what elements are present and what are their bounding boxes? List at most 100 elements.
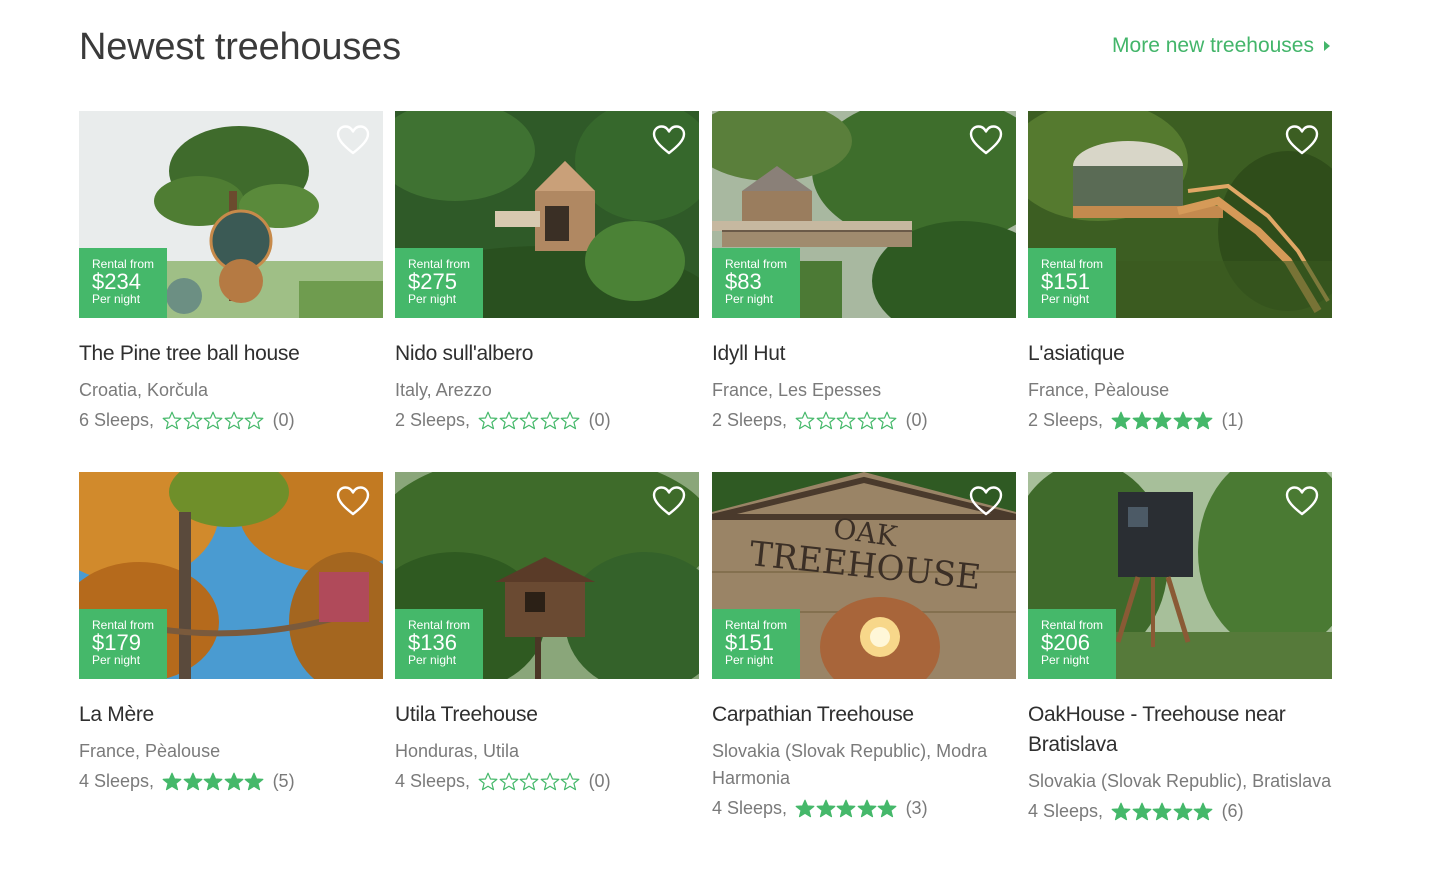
price-value: $234 bbox=[92, 269, 141, 294]
listing-meta: 2 Sleeps, (1) bbox=[1028, 407, 1332, 433]
price-value: $83 bbox=[725, 269, 762, 294]
star-icon bbox=[1152, 802, 1172, 820]
badge-unit: Per night bbox=[725, 653, 774, 667]
price-value: $179 bbox=[92, 630, 141, 655]
badge-unit: Per night bbox=[92, 292, 141, 306]
star-icon bbox=[816, 411, 835, 429]
star-icon bbox=[224, 772, 243, 790]
star-icon bbox=[877, 799, 897, 817]
listing-card[interactable]: Rental from $234 Per night The Pine tree ba… bbox=[79, 111, 383, 433]
price-value: $136 bbox=[408, 630, 457, 655]
listing-photo[interactable]: Rental from $151 Per night bbox=[1028, 111, 1332, 318]
heart-outline-icon[interactable] bbox=[652, 485, 686, 517]
star-icon bbox=[836, 799, 856, 817]
heart-outline-icon[interactable] bbox=[652, 124, 686, 156]
star-icon bbox=[203, 411, 223, 429]
section-header: Newest treehouses More new treehouses bbox=[79, 22, 1332, 72]
star-icon bbox=[519, 772, 539, 790]
review-count: (5) bbox=[272, 771, 295, 791]
review-count: (1) bbox=[1221, 410, 1244, 430]
listing-photo[interactable]: Rental from $136 Per night bbox=[395, 472, 699, 679]
rating-stars bbox=[162, 411, 265, 430]
star-icon bbox=[1132, 802, 1151, 820]
star-icon bbox=[795, 799, 815, 817]
badge-unit: Per night bbox=[725, 292, 774, 306]
rating-stars bbox=[162, 772, 265, 791]
heart-outline-icon[interactable] bbox=[969, 485, 1003, 517]
sleeps-count: 2 Sleeps, bbox=[1028, 410, 1104, 430]
star-icon bbox=[1193, 411, 1213, 429]
star-icon bbox=[857, 799, 876, 817]
caret-right-icon bbox=[1324, 41, 1330, 51]
listing-photo[interactable]: OAK TREEHOUSE Rental from $151 Per night bbox=[712, 472, 1016, 679]
price-badge: Rental from $83 Per night bbox=[712, 248, 800, 318]
star-icon bbox=[540, 772, 559, 790]
star-icon bbox=[857, 411, 876, 429]
listing-location: Honduras, Utila bbox=[395, 741, 520, 761]
star-icon bbox=[816, 799, 835, 817]
sleeps-count: 6 Sleeps, bbox=[79, 410, 155, 430]
price-badge: Rental from $275 Per night bbox=[395, 248, 483, 318]
sleeps-count: 4 Sleeps, bbox=[712, 798, 788, 818]
star-icon bbox=[836, 411, 856, 429]
sleeps-count: 4 Sleeps, bbox=[395, 771, 471, 791]
price-badge: Rental from $206 Per night bbox=[1028, 609, 1116, 679]
listing-photo[interactable]: Rental from $275 Per night bbox=[395, 111, 699, 318]
listing-card[interactable]: Rental from $136 Per night Utila Treehouse H… bbox=[395, 472, 699, 794]
listing-card[interactable]: Rental from $206 Per night OakHouse - Treeh… bbox=[1028, 472, 1332, 824]
listing-photo[interactable]: Rental from $179 Per night bbox=[79, 472, 383, 679]
heart-outline-icon[interactable] bbox=[336, 485, 370, 517]
listing-meta: 4 Sleeps, (5) bbox=[79, 768, 383, 794]
listing-title[interactable]: Nido sull'albero bbox=[395, 339, 699, 369]
review-count: (3) bbox=[905, 798, 928, 818]
star-icon bbox=[183, 411, 202, 429]
star-icon bbox=[1193, 802, 1213, 820]
listing-title[interactable]: Utila Treehouse bbox=[395, 700, 699, 730]
listing-photo[interactable]: Rental from $83 Per night bbox=[712, 111, 1016, 318]
listing-card[interactable]: Rental from $179 Per night La Mère France, P… bbox=[79, 472, 383, 794]
listing-card[interactable]: OAK TREEHOUSE Rental from $151 Per night Carp… bbox=[712, 472, 1016, 821]
rating-stars bbox=[478, 772, 581, 791]
listing-photo[interactable]: Rental from $206 Per night bbox=[1028, 472, 1332, 679]
listing-meta: 6 Sleeps, (0) bbox=[79, 407, 383, 433]
listing-title[interactable]: Idyll Hut bbox=[712, 339, 1016, 369]
listing-title[interactable]: The Pine tree ball house bbox=[79, 339, 383, 369]
price-badge: Rental from $179 Per night bbox=[79, 609, 167, 679]
badge-unit: Per night bbox=[1041, 292, 1090, 306]
more-new-treehouses-link[interactable]: More new treehouses bbox=[1112, 32, 1330, 60]
price-value: $275 bbox=[408, 269, 457, 294]
badge-unit: Per night bbox=[408, 292, 457, 306]
rating-stars bbox=[1111, 411, 1214, 430]
sleeps-count: 4 Sleeps, bbox=[1028, 801, 1104, 821]
star-icon bbox=[795, 411, 815, 429]
listing-title[interactable]: OakHouse - Treehouse near Bratislava bbox=[1028, 700, 1332, 760]
listing-title[interactable]: Carpathian Treehouse bbox=[712, 700, 1016, 730]
heart-outline-icon[interactable] bbox=[969, 124, 1003, 156]
heart-outline-icon[interactable] bbox=[1285, 124, 1319, 156]
star-icon bbox=[519, 411, 539, 429]
review-count: (0) bbox=[905, 410, 928, 430]
listing-card[interactable]: Rental from $275 Per night Nido sull'albero… bbox=[395, 111, 699, 433]
listing-location: France, Pèalouse bbox=[1028, 380, 1170, 400]
listing-location: France, Les Epesses bbox=[712, 380, 882, 400]
review-count: (0) bbox=[588, 410, 611, 430]
heart-outline-icon[interactable] bbox=[1285, 485, 1319, 517]
listing-title[interactable]: L'asiatique bbox=[1028, 339, 1332, 369]
star-icon bbox=[560, 411, 580, 429]
review-count: (6) bbox=[1221, 801, 1244, 821]
star-icon bbox=[162, 411, 182, 429]
listing-card[interactable]: Rental from $151 Per night L'asiatique Franc… bbox=[1028, 111, 1332, 433]
star-icon bbox=[183, 772, 202, 790]
review-count: (0) bbox=[588, 771, 611, 791]
heart-outline-icon[interactable] bbox=[336, 124, 370, 156]
star-icon bbox=[877, 411, 897, 429]
star-icon bbox=[1173, 411, 1192, 429]
listing-meta: 4 Sleeps, (0) bbox=[395, 768, 699, 794]
listing-title[interactable]: La Mère bbox=[79, 700, 383, 730]
listing-photo[interactable]: Rental from $234 Per night bbox=[79, 111, 383, 318]
listing-meta: 4 Sleeps, (3) bbox=[712, 795, 1016, 821]
listing-card[interactable]: Rental from $83 Per night Idyll Hut France, … bbox=[712, 111, 1016, 433]
sleeps-count: 2 Sleeps, bbox=[395, 410, 471, 430]
rating-stars bbox=[795, 411, 898, 430]
review-count: (0) bbox=[272, 410, 295, 430]
